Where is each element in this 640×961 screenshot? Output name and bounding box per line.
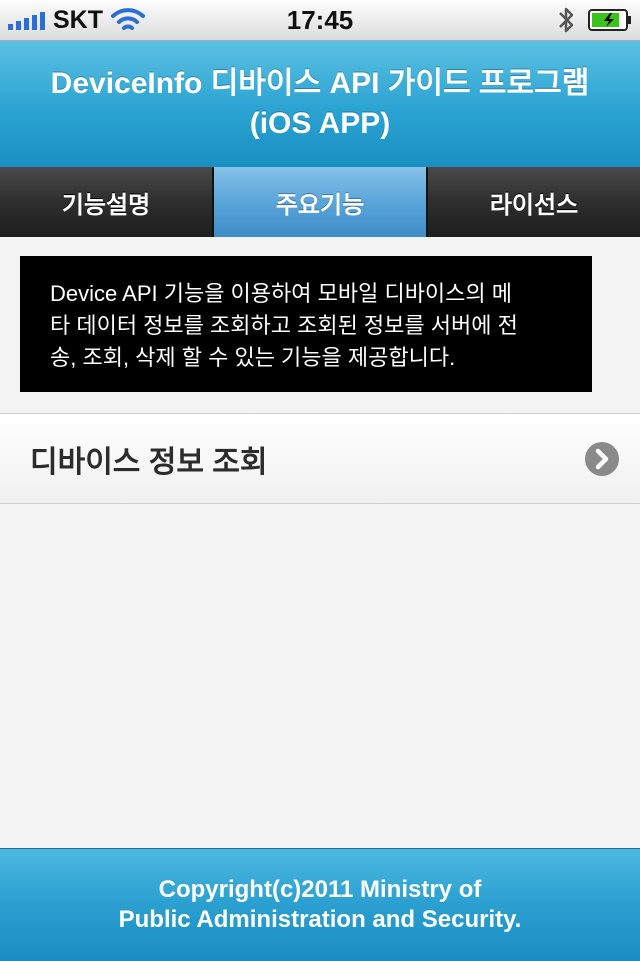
description-box: Device API 기능을 이용하여 모바일 디바이스의 메 타 데이터 정보… [20, 256, 592, 392]
battery-icon [588, 9, 631, 31]
bluetooth-icon [559, 7, 574, 33]
tab-bar: 기능설명 주요기능 라이선스 [0, 167, 640, 237]
footer: Copyright(c)2011 Ministry of Public Admi… [0, 848, 640, 961]
description-line: 송, 조회, 삭제 할 수 있는 기능을 제공합니다. [50, 345, 456, 370]
description-line: Device API 기능을 이용하여 모바일 디바이스의 메 [50, 281, 513, 306]
tab-license[interactable]: 라이선스 [428, 167, 640, 237]
status-bar: SKT 17:45 [0, 0, 640, 41]
tab-main-features[interactable]: 주요기능 [214, 167, 428, 237]
description-line: 타 데이터 정보를 조회하고 조회된 정보를 서버에 전 [50, 313, 518, 338]
chevron-right-icon[interactable] [584, 441, 620, 477]
copyright-line: Public Administration and Security. [118, 906, 522, 933]
copyright-text: Copyright(c)2011 Ministry of Public Admi… [119, 875, 522, 935]
status-time: 17:45 [286, 5, 354, 35]
list-item-label: 디바이스 정보 조회 [30, 445, 268, 479]
page-title: DeviceInfo 디바이스 API 가이드 프로그램 (iOS APP) [50, 67, 590, 140]
tab-feature-description[interactable]: 기능설명 [0, 167, 214, 237]
list-item-device-info[interactable]: 디바이스 정보 조회 [0, 413, 640, 504]
app-header: DeviceInfo 디바이스 API 가이드 프로그램 (iOS APP) [0, 41, 640, 168]
copyright-line: Copyright(c)2011 Ministry of [158, 876, 482, 903]
